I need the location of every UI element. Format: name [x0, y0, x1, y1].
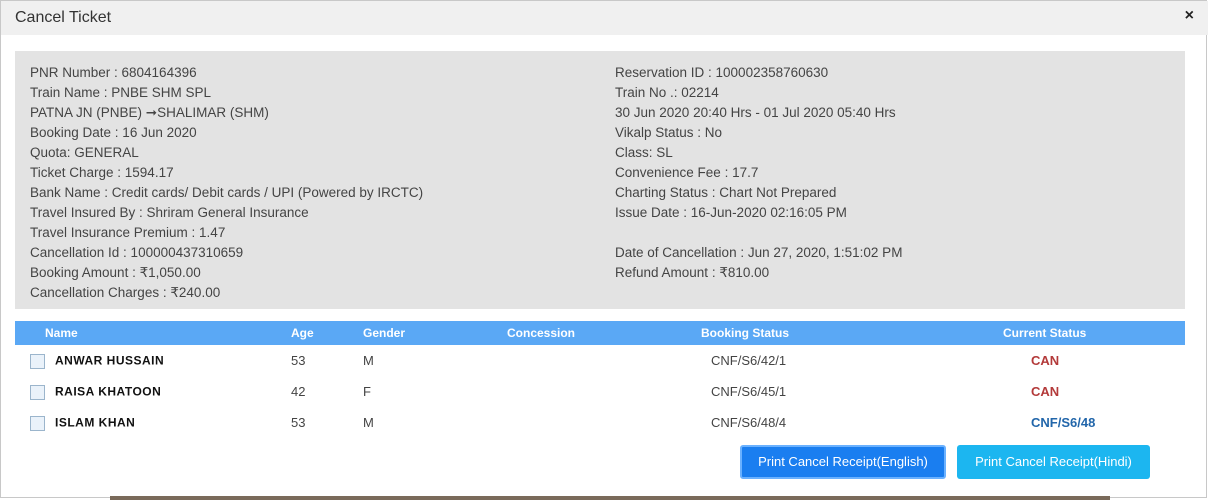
cancel-ticket-modal: Cancel Ticket × PNR Number : 6804164396 … [0, 0, 1208, 498]
travel-insurance-premium: Travel Insurance Premium : 1.47 [30, 225, 226, 240]
passenger-booking-status: CNF/S6/48/4 [711, 415, 787, 430]
route: PATNA JN (PNBE) ➞SHALIMAR (SHM) [30, 105, 269, 120]
passenger-checkbox[interactable] [30, 353, 45, 369]
ticket-details-left: PNR Number : 6804164396 Train Name : PNB… [30, 63, 423, 303]
cancellation-charges: Cancellation Charges : ₹240.00 [30, 285, 221, 300]
header-current-status: Current Status [1003, 321, 1185, 345]
convenience-fee: Convenience Fee : 17.7 [615, 165, 759, 180]
passenger-name: ISLAM KHAN [55, 416, 136, 431]
passenger-gender: M [363, 415, 374, 430]
passenger-concession [507, 376, 701, 407]
ticket-charge: Ticket Charge : 1594.17 [30, 165, 174, 180]
quota: Quota: GENERAL [30, 145, 139, 160]
print-receipt-hindi-button[interactable]: Print Cancel Receipt(Hindi) [957, 445, 1150, 479]
train-number: Train No .: 02214 [615, 85, 719, 100]
passenger-name: ANWAR HUSSAIN [55, 354, 165, 369]
booking-amount: Booking Amount : ₹1,050.00 [30, 265, 201, 280]
charting-status: Charting Status : Chart Not Prepared [615, 185, 837, 200]
header-name: Name [15, 321, 291, 345]
header-age: Age [291, 321, 363, 345]
passenger-gender: F [363, 384, 371, 399]
header-gender: Gender [363, 321, 507, 345]
table-row: ISLAM KHAN 53 M CNF/S6/48/4 CNF/S6/48 [15, 407, 1185, 438]
passenger-booking-status: CNF/S6/42/1 [711, 353, 787, 368]
ticket-details-panel: PNR Number : 6804164396 Train Name : PNB… [15, 51, 1185, 309]
issue-date: Issue Date : 16-Jun-2020 02:16:05 PM [615, 205, 847, 220]
travel-insured-by: Travel Insured By : Shriram General Insu… [30, 205, 309, 220]
passenger-current-status: CAN [1031, 353, 1060, 368]
passenger-current-status: CAN [1031, 384, 1060, 399]
table-row: RAISA KHATOON 42 F CNF/S6/45/1 CAN [15, 376, 1185, 407]
passenger-name: RAISA KHATOON [55, 385, 162, 400]
journey-datetime: 30 Jun 2020 20:40 Hrs - 01 Jul 2020 05:4… [615, 105, 896, 120]
header-concession: Concession [507, 321, 701, 345]
reservation-id: Reservation ID : 100002358760630 [615, 65, 829, 80]
bank-name: Bank Name : Credit cards/ Debit cards / … [30, 185, 424, 200]
passenger-checkbox[interactable] [30, 415, 45, 431]
passenger-age: 53 [291, 353, 306, 368]
date-of-cancellation: Date of Cancellation : Jun 27, 2020, 1:5… [615, 245, 903, 260]
modal-header: Cancel Ticket × [1, 1, 1208, 35]
booking-date: Booking Date : 16 Jun 2020 [30, 125, 197, 140]
passenger-booking-status: CNF/S6/45/1 [711, 384, 787, 399]
modal-title: Cancel Ticket [15, 9, 112, 26]
cancellation-id: Cancellation Id : 100000437310659 [30, 245, 244, 260]
refund-amount: Refund Amount : ₹810.00 [615, 265, 770, 280]
vikalp-status: Vikalp Status : No [615, 125, 723, 140]
passenger-table-header: Name Age Gender Concession Booking Statu… [15, 321, 1185, 345]
background-page-strip [110, 496, 1110, 500]
ticket-details-right: Reservation ID : 100002358760630 Train N… [615, 63, 902, 283]
header-booking-status: Booking Status [701, 321, 1003, 345]
passenger-gender: M [363, 353, 374, 368]
print-receipt-english-button[interactable]: Print Cancel Receipt(English) [740, 445, 946, 479]
passenger-age: 53 [291, 415, 306, 430]
class: Class: SL [615, 145, 673, 160]
passenger-age: 42 [291, 384, 306, 399]
passenger-concession [507, 345, 701, 376]
passenger-concession [507, 407, 701, 438]
passenger-checkbox[interactable] [30, 384, 45, 400]
passenger-table: Name Age Gender Concession Booking Statu… [15, 321, 1185, 438]
table-row: ANWAR HUSSAIN 53 M CNF/S6/42/1 CAN [15, 345, 1185, 376]
train-name: Train Name : PNBE SHM SPL [30, 85, 212, 100]
pnr-number: PNR Number : 6804164396 [30, 65, 197, 80]
passenger-current-status: CNF/S6/48 [1031, 415, 1096, 430]
close-icon[interactable]: × [1185, 7, 1194, 25]
